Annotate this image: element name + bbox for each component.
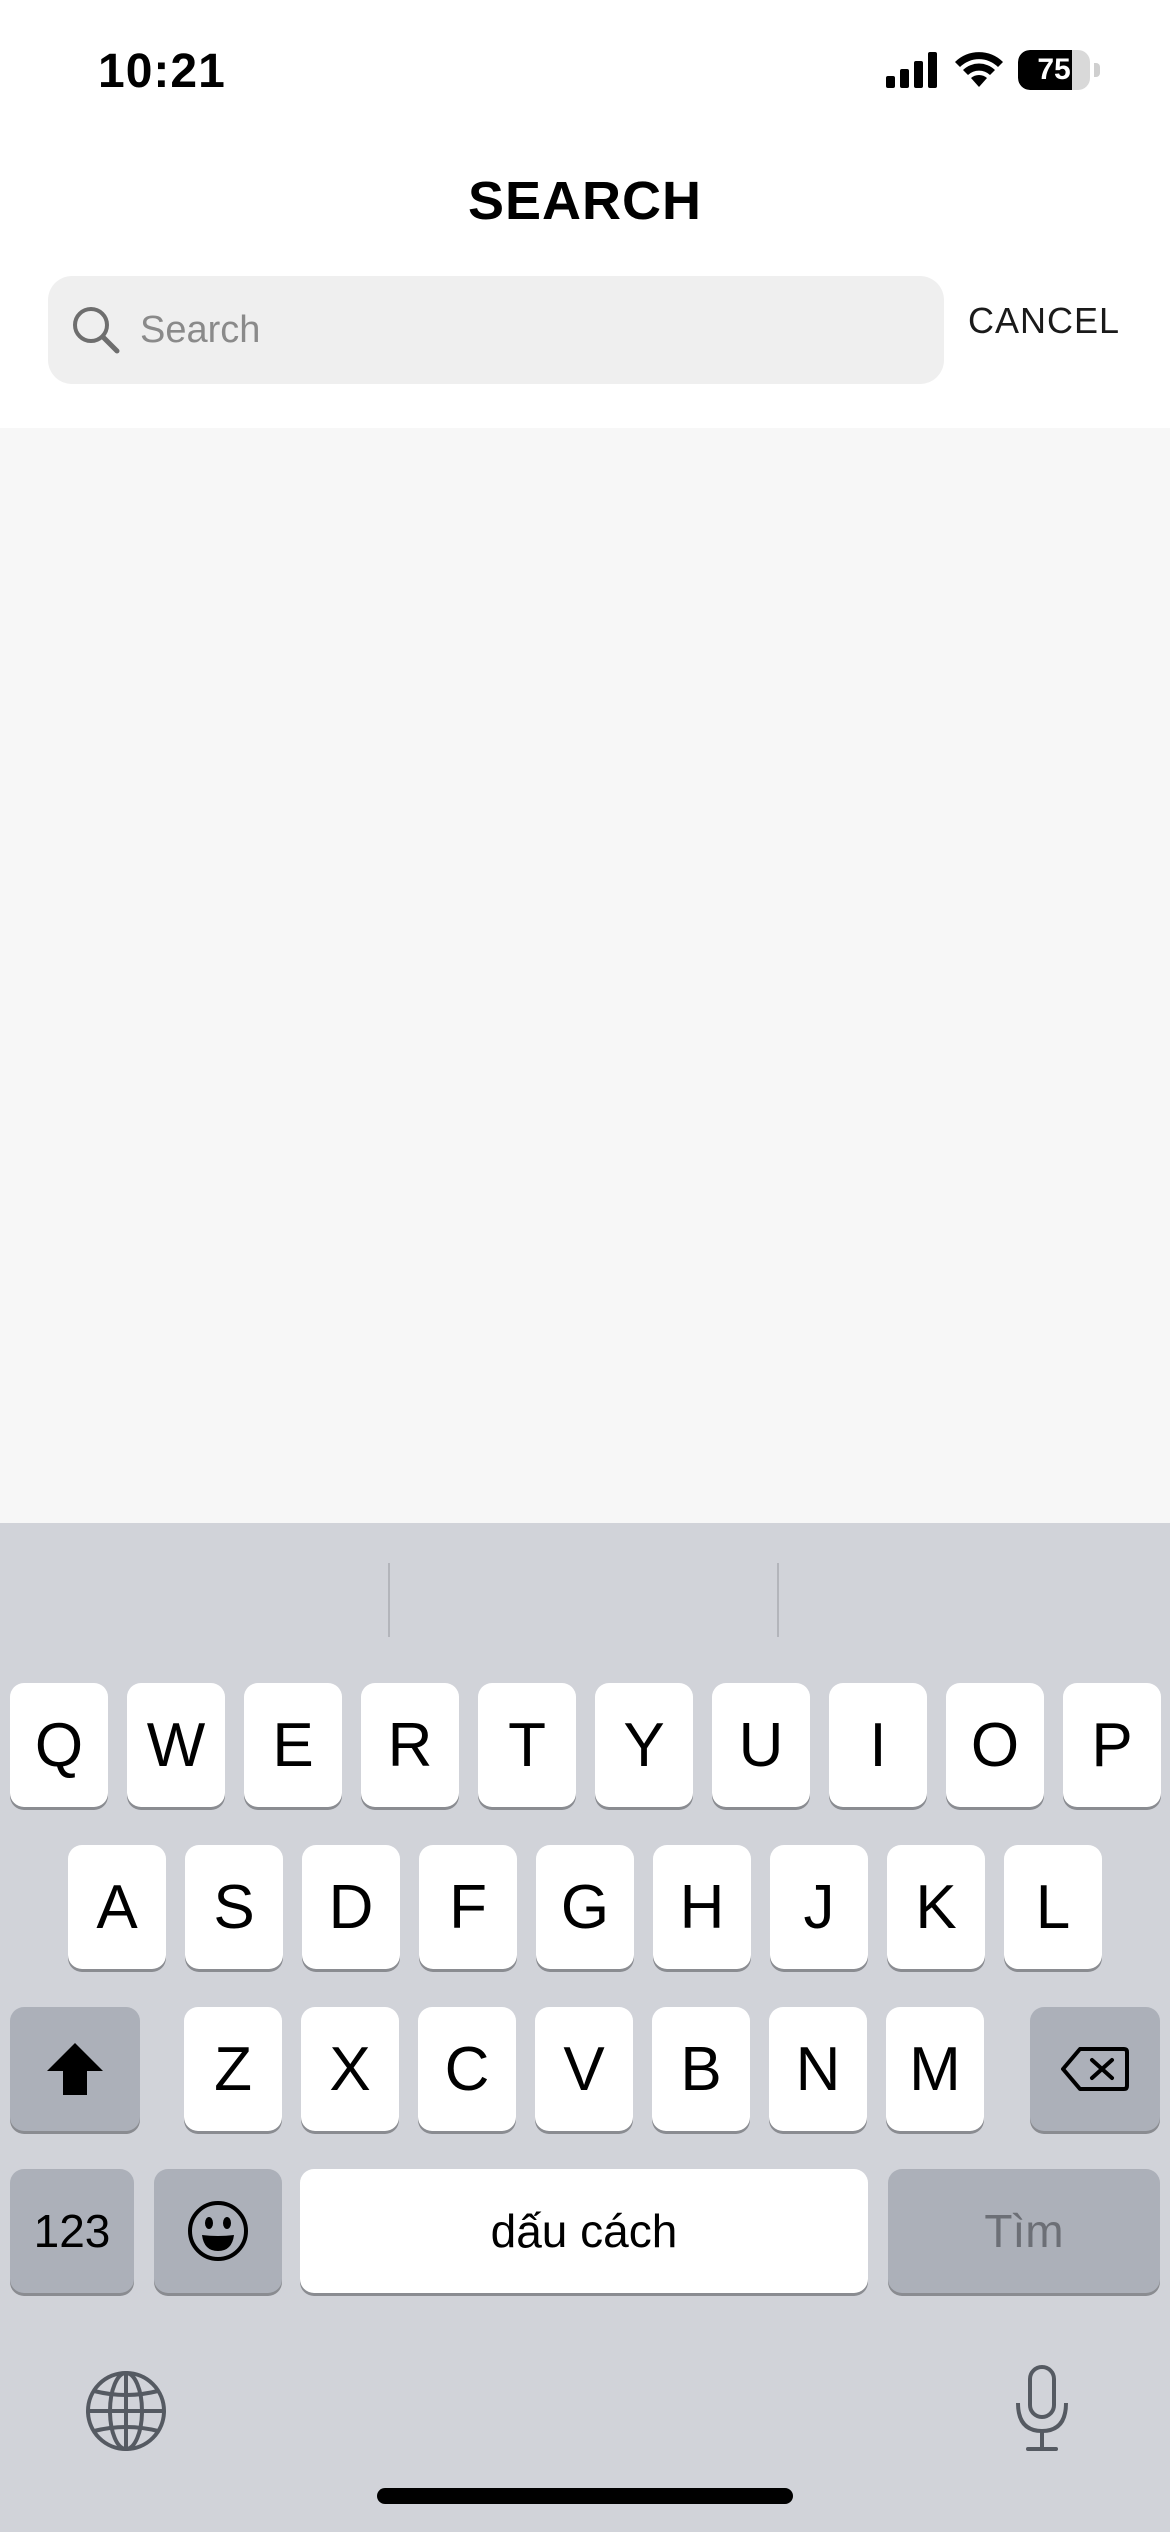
battery-icon: 75 — [1018, 50, 1090, 90]
space-key[interactable]: dấu cách — [300, 2169, 868, 2293]
cellular-signal-icon — [886, 52, 937, 88]
key-u[interactable]: U — [712, 1683, 810, 1807]
battery-cap — [1094, 63, 1100, 77]
suggestion-divider — [777, 1563, 779, 1637]
key-l[interactable]: L — [1004, 1845, 1102, 1969]
key-p[interactable]: P — [1063, 1683, 1161, 1807]
globe-icon[interactable] — [84, 2369, 168, 2453]
backspace-icon — [1061, 2047, 1129, 2091]
key-h[interactable]: H — [653, 1845, 751, 1969]
key-x[interactable]: X — [301, 2007, 399, 2131]
key-w[interactable]: W — [127, 1683, 225, 1807]
search-icon — [73, 307, 120, 354]
emoji-icon — [188, 2201, 248, 2261]
shift-key[interactable] — [10, 2007, 140, 2131]
key-r[interactable]: R — [361, 1683, 459, 1807]
key-a[interactable]: A — [68, 1845, 166, 1969]
status-indicators: 75 — [886, 50, 1100, 90]
emoji-key[interactable] — [154, 2169, 282, 2293]
search-go-key[interactable]: Tìm — [888, 2169, 1160, 2293]
key-e[interactable]: E — [244, 1683, 342, 1807]
key-f[interactable]: F — [419, 1845, 517, 1969]
status-bar: 10:21 75 — [0, 0, 1170, 140]
key-c[interactable]: C — [418, 2007, 516, 2131]
battery-level: 75 — [1037, 53, 1071, 86]
key-m[interactable]: M — [886, 2007, 984, 2131]
key-j[interactable]: J — [770, 1845, 868, 1969]
key-o[interactable]: O — [946, 1683, 1044, 1807]
wifi-icon — [955, 52, 1003, 87]
key-k[interactable]: K — [887, 1845, 985, 1969]
key-z[interactable]: Z — [184, 2007, 282, 2131]
key-d[interactable]: D — [302, 1845, 400, 1969]
key-y[interactable]: Y — [595, 1683, 693, 1807]
key-t[interactable]: T — [478, 1683, 576, 1807]
key-g[interactable]: G — [536, 1845, 634, 1969]
page-title: SEARCH — [467, 171, 703, 231]
key-i[interactable]: I — [829, 1683, 927, 1807]
search-input[interactable] — [138, 307, 922, 353]
backspace-key[interactable] — [1030, 2007, 1160, 2131]
numbers-key[interactable]: 123 — [10, 2169, 134, 2293]
search-bar[interactable] — [48, 276, 944, 384]
status-time: 10:21 — [98, 45, 226, 98]
key-q[interactable]: Q — [10, 1683, 108, 1807]
search-results-area — [0, 428, 1170, 1523]
suggestion-divider — [388, 1563, 390, 1637]
key-b[interactable]: B — [652, 2007, 750, 2131]
keyboard: QWERTYUIOPASDFGHJKLZXCVBNM 123 dấu cách … — [0, 1523, 1170, 2532]
key-n[interactable]: N — [769, 2007, 867, 2131]
shift-icon — [47, 2043, 103, 2095]
home-indicator — [377, 2488, 793, 2504]
key-v[interactable]: V — [535, 2007, 633, 2131]
key-s[interactable]: S — [185, 1845, 283, 1969]
microphone-icon[interactable] — [1010, 2363, 1074, 2455]
cancel-button[interactable]: CANCEL — [968, 300, 1120, 342]
